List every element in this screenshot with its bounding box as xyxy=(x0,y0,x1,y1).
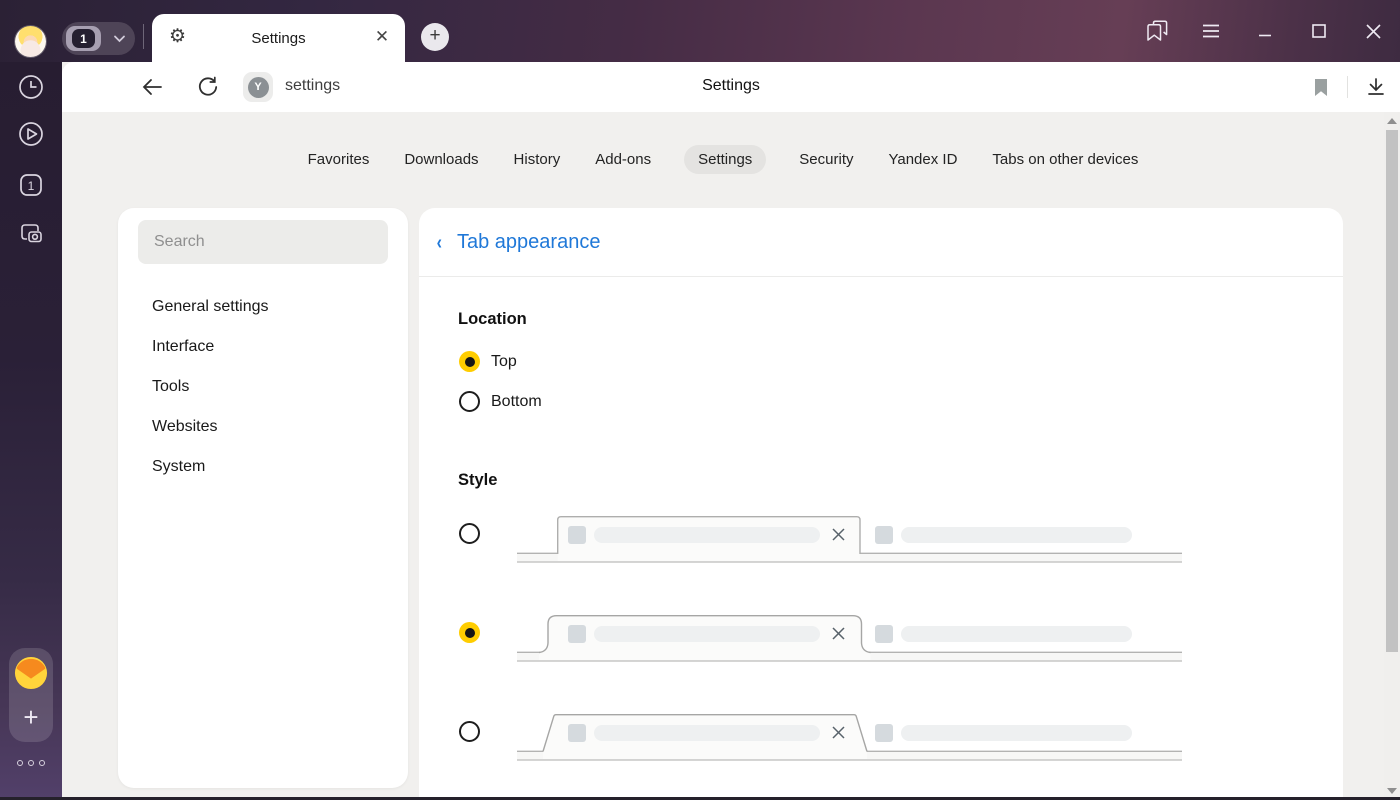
sidebar-rail: 1 + xyxy=(0,62,62,800)
titlebar: 1 ⚙ Settings ✕ + xyxy=(0,0,1400,62)
radio-bottom-label[interactable]: Bottom xyxy=(491,393,542,411)
download-icon[interactable] xyxy=(1366,77,1386,97)
topnav-history[interactable]: History xyxy=(512,145,563,174)
menu-item-system[interactable]: System xyxy=(118,447,408,487)
tab-group-chip[interactable]: 1 xyxy=(66,26,101,51)
close-button[interactable] xyxy=(1346,10,1400,52)
radio-top[interactable] xyxy=(459,351,480,372)
search-input[interactable] xyxy=(138,220,388,264)
scrollbar[interactable] xyxy=(1384,112,1400,800)
tab-close-icon[interactable]: ✕ xyxy=(372,27,392,47)
tab-strip-divider xyxy=(143,24,144,49)
add-service-button[interactable]: + xyxy=(9,700,53,734)
topnav-favorites[interactable]: Favorites xyxy=(306,145,372,174)
radio-style-square[interactable] xyxy=(459,523,480,544)
screenshot-icon[interactable] xyxy=(17,220,45,248)
style-option-rounded[interactable] xyxy=(459,611,1209,663)
tab-count-badge: 1 xyxy=(72,29,95,48)
browser-tab-title: Settings xyxy=(251,29,306,47)
panel-title[interactable]: Tab appearance xyxy=(457,231,600,254)
chevron-down-icon[interactable] xyxy=(113,34,126,43)
style-heading: Style xyxy=(458,471,498,489)
settings-topnav: Favorites Downloads History Add-ons Sett… xyxy=(62,145,1384,174)
tab-appearance-card: ‹ Tab appearance Location Top Bottom Sty… xyxy=(419,208,1343,800)
location-option-bottom[interactable]: Bottom xyxy=(459,391,542,412)
bookmark-icon[interactable] xyxy=(1313,78,1329,97)
scrollbar-up-arrow[interactable] xyxy=(1387,118,1397,124)
tabs-counter-icon[interactable]: 1 xyxy=(17,171,45,199)
panel-body: Location Top Bottom Style xyxy=(419,277,1343,800)
radio-top-label[interactable]: Top xyxy=(491,353,517,371)
tab-style-preview-slanted[interactable] xyxy=(517,710,1182,762)
sidebar-more-button[interactable] xyxy=(0,760,62,766)
yandex-mail-icon[interactable] xyxy=(14,656,48,690)
location-heading: Location xyxy=(458,310,527,328)
services-dock: + xyxy=(9,648,53,742)
topnav-settings[interactable]: Settings xyxy=(684,145,767,174)
menu-item-websites[interactable]: Websites xyxy=(118,407,408,447)
browser-window: 1 ⚙ Settings ✕ + 1 + Y settings Settings… xyxy=(0,0,1400,800)
tab-style-preview-square[interactable] xyxy=(517,512,1182,564)
history-icon[interactable] xyxy=(17,73,45,101)
svg-text:1: 1 xyxy=(28,179,35,193)
style-option-square[interactable] xyxy=(459,512,1209,564)
new-tab-button[interactable]: + xyxy=(421,23,449,51)
maximize-button[interactable] xyxy=(1292,10,1346,52)
radio-style-rounded[interactable] xyxy=(459,622,480,643)
scrollbar-thumb[interactable] xyxy=(1386,130,1398,652)
menu-item-tools[interactable]: Tools xyxy=(118,367,408,407)
location-option-top[interactable]: Top xyxy=(459,351,517,372)
menu-item-general[interactable]: General settings xyxy=(118,287,408,327)
radio-bottom[interactable] xyxy=(459,391,480,412)
radio-style-slanted[interactable] xyxy=(459,721,480,742)
minimize-button[interactable] xyxy=(1238,10,1292,52)
browser-tab-settings[interactable]: ⚙ Settings ✕ xyxy=(152,14,405,62)
page-title: Settings xyxy=(702,77,760,94)
style-option-slanted[interactable] xyxy=(459,710,1209,762)
topnav-security[interactable]: Security xyxy=(797,145,855,174)
topnav-downloads[interactable]: Downloads xyxy=(402,145,480,174)
topnav-other-devices[interactable]: Tabs on other devices xyxy=(990,145,1140,174)
topnav-yandex-id[interactable]: Yandex ID xyxy=(886,145,959,174)
settings-menu: General settings Interface Tools Website… xyxy=(118,287,408,487)
tab-group-control[interactable]: 1 xyxy=(62,22,135,55)
panel-header[interactable]: ‹ Tab appearance xyxy=(419,208,1343,277)
menu-icon[interactable] xyxy=(1184,10,1238,52)
navbar-divider xyxy=(1347,76,1348,98)
media-play-icon[interactable] xyxy=(17,120,45,148)
settings-nav-card: General settings Interface Tools Website… xyxy=(118,208,408,788)
profile-avatar[interactable] xyxy=(15,26,46,57)
collections-icon[interactable] xyxy=(1130,10,1184,52)
menu-item-interface[interactable]: Interface xyxy=(118,327,408,367)
back-chevron-icon[interactable]: ‹ xyxy=(437,232,442,255)
scrollbar-down-arrow[interactable] xyxy=(1387,788,1397,794)
tab-style-preview-rounded[interactable] xyxy=(517,611,1182,663)
settings-page: Favorites Downloads History Add-ons Sett… xyxy=(62,112,1384,800)
topnav-addons[interactable]: Add-ons xyxy=(593,145,653,174)
navbar: Y settings Settings xyxy=(62,62,1400,112)
